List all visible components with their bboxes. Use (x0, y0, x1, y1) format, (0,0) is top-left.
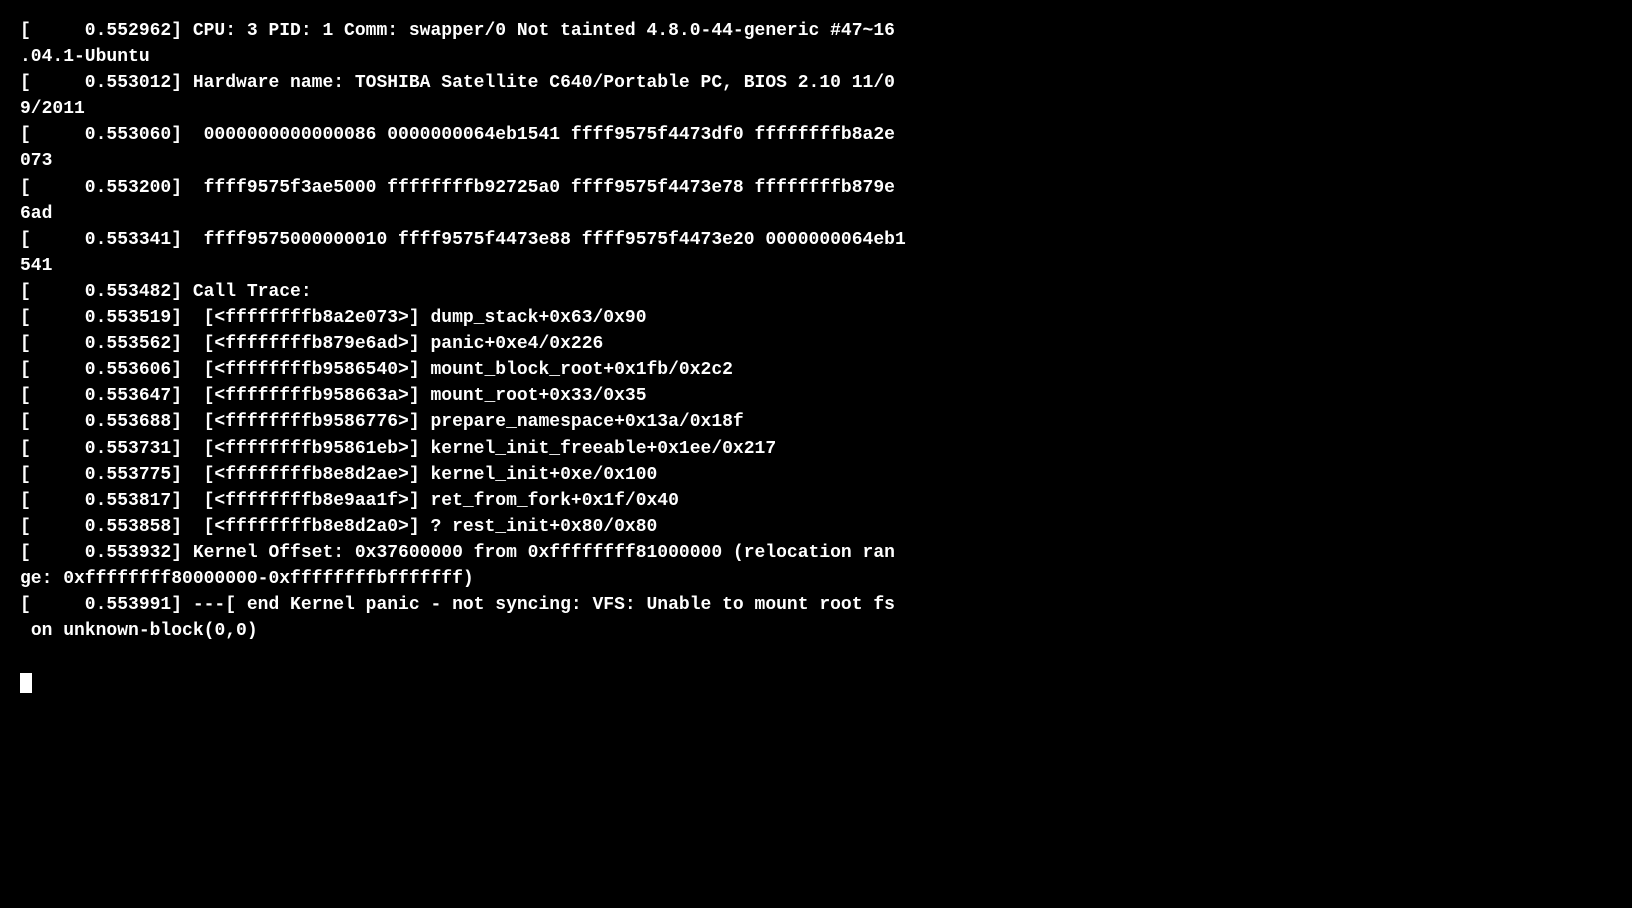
terminal-cursor (20, 673, 32, 693)
terminal-output: [ 0.552962] CPU: 3 PID: 1 Comm: swapper/… (20, 18, 1612, 696)
